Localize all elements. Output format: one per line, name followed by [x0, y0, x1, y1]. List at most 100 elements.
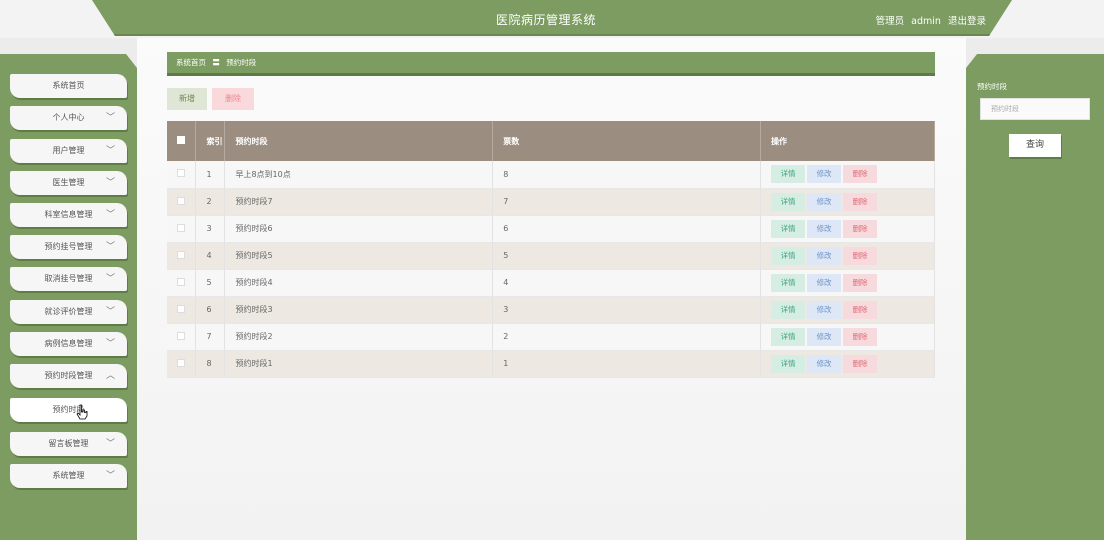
sidebar-item[interactable]: 预约时段: [10, 398, 127, 422]
row-time-slot: 预约时段7: [224, 188, 494, 216]
sidebar-item[interactable]: 科室信息管理 ﹀: [10, 203, 127, 227]
sidebar-item[interactable]: 就诊评价管理 ﹀: [10, 300, 127, 324]
sidebar-item[interactable]: 系统首页: [10, 74, 127, 98]
detail-button[interactable]: 详情: [771, 327, 806, 346]
search-button[interactable]: 查询: [1009, 134, 1061, 157]
table-row: 8 预约时段1 1 详情 修改 删除: [167, 350, 935, 378]
chevron-down-icon: ﹀: [105, 146, 115, 156]
row-checkbox[interactable]: [177, 169, 185, 178]
sidebar-item-label: 就诊评价管理: [44, 307, 93, 316]
sidebar-item-label: 取消挂号管理: [44, 274, 93, 283]
edit-button[interactable]: 修改: [807, 354, 842, 373]
row-actions: 详情 修改 删除: [760, 242, 935, 270]
edit-button[interactable]: 修改: [807, 273, 842, 292]
sidebar-item-label: 预约挂号管理: [44, 242, 93, 251]
row-actions: 详情 修改 删除: [760, 161, 935, 189]
chevron-down-icon: ﹀: [105, 210, 115, 220]
table-row: 4 预约时段5 5 详情 修改 删除: [167, 242, 935, 270]
row-index: 3: [195, 215, 226, 243]
remove-button[interactable]: 删除: [843, 192, 878, 211]
remove-button[interactable]: 删除: [843, 300, 878, 319]
search-input[interactable]: 预约时段: [980, 98, 1090, 120]
table-row: 2 预约时段7 7 详情 修改 删除: [167, 188, 935, 216]
row-checkbox[interactable]: [177, 331, 185, 340]
row-checkbox[interactable]: [177, 304, 185, 313]
table-row: 1 早上8点到10点 8 详情 修改 删除: [167, 161, 935, 189]
sidebar-item[interactable]: 用户管理 ﹀: [10, 139, 127, 163]
chevron-down-icon: ﹀: [105, 274, 115, 284]
user-name: admin: [911, 16, 941, 27]
detail-button[interactable]: 详情: [771, 354, 806, 373]
row-actions: 详情 修改 删除: [760, 269, 935, 297]
remove-button[interactable]: 删除: [843, 246, 878, 265]
detail-button[interactable]: 详情: [771, 273, 806, 292]
table-body: 1 早上8点到10点 8 详情 修改 删除 2 预约时段7 7 详情 修改 删除 3 预约时段6 6 详情 修改…: [167, 161, 935, 378]
edit-button[interactable]: 修改: [807, 165, 842, 184]
delete-button[interactable]: 删除: [212, 88, 254, 110]
chevron-up-icon: ︿: [105, 371, 115, 381]
sidebar-item-label: 系统首页: [52, 81, 85, 90]
row-check-cell: [167, 350, 197, 378]
edit-button[interactable]: 修改: [807, 246, 842, 265]
row-time-slot: 预约时段1: [224, 350, 494, 378]
row-checkbox[interactable]: [177, 250, 185, 259]
chevron-down-icon: ﹀: [105, 178, 115, 188]
sidebar-item[interactable]: 取消挂号管理 ﹀: [10, 267, 127, 291]
edit-button[interactable]: 修改: [807, 192, 842, 211]
edit-button[interactable]: 修改: [807, 219, 842, 238]
detail-button[interactable]: 详情: [771, 246, 806, 265]
row-index: 4: [195, 242, 226, 270]
sidebar-item[interactable]: 预约时段管理 ︿: [10, 364, 127, 388]
sidebar-item[interactable]: 个人中心 ﹀: [10, 106, 127, 130]
row-checkbox[interactable]: [177, 277, 185, 286]
sidebar-item-label: 科室信息管理: [44, 210, 93, 219]
row-check-cell: [167, 161, 197, 189]
add-button[interactable]: 新增: [167, 88, 207, 110]
table-row: 5 预约时段4 4 详情 修改 删除: [167, 269, 935, 297]
row-checkbox[interactable]: [177, 358, 185, 367]
header-ticket-count[interactable]: 票数: [492, 121, 762, 161]
edit-button[interactable]: 修改: [807, 327, 842, 346]
sidebar-item[interactable]: 留言板管理 ﹀: [10, 432, 127, 456]
row-index: 2: [195, 188, 226, 216]
detail-button[interactable]: 详情: [771, 300, 806, 319]
row-ticket-count: 6: [492, 215, 762, 243]
header-time-slot[interactable]: 预约时段: [224, 121, 494, 161]
row-actions: 详情 修改 删除: [760, 188, 935, 216]
data-table: 索引 预约时段 票数 操作 1 早上8点到10点 8 详情 修改 删除 2 预约时段7 7 详情修…: [167, 121, 935, 378]
row-check-cell: [167, 296, 197, 324]
user-role: 管理员: [875, 16, 905, 27]
remove-button[interactable]: 删除: [843, 273, 878, 292]
sidebar-item-label: 个人中心: [52, 113, 85, 122]
table-row: 6 预约时段3 3 详情 修改 删除: [167, 296, 935, 324]
detail-button[interactable]: 详情: [771, 219, 806, 238]
table-row: 3 预约时段6 6 详情 修改 删除: [167, 215, 935, 243]
remove-button[interactable]: 删除: [843, 354, 878, 373]
remove-button[interactable]: 删除: [843, 165, 878, 184]
row-ticket-count: 3: [492, 296, 762, 324]
logout-link[interactable]: 退出登录: [948, 16, 986, 27]
row-ticket-count: 7: [492, 188, 762, 216]
sidebar-item[interactable]: 病例信息管理 ﹀: [10, 332, 127, 356]
sidebar-item[interactable]: 预约挂号管理 ﹀: [10, 235, 127, 259]
row-check-cell: [167, 188, 197, 216]
row-index: 7: [195, 323, 226, 351]
row-index: 1: [195, 161, 226, 189]
breadcrumb-home[interactable]: 系统首页: [176, 58, 206, 67]
breadcrumb-separator: 〓: [212, 58, 220, 67]
row-checkbox[interactable]: [177, 196, 185, 205]
sidebar-item[interactable]: 医生管理 ﹀: [10, 171, 127, 195]
remove-button[interactable]: 删除: [843, 327, 878, 346]
sidebar-item[interactable]: 系统管理 ﹀: [10, 464, 127, 488]
row-checkbox[interactable]: [177, 223, 185, 232]
select-all-checkbox[interactable]: [177, 136, 185, 144]
sidebar-item-label: 留言板管理: [48, 439, 89, 448]
remove-button[interactable]: 删除: [843, 219, 878, 238]
sidebar-item-label: 用户管理: [52, 146, 85, 155]
detail-button[interactable]: 详情: [771, 192, 806, 211]
table-row: 7 预约时段2 2 详情 修改 删除: [167, 323, 935, 351]
user-area: 管理员 admin 退出登录: [872, 13, 986, 27]
search-panel: [966, 54, 1104, 540]
detail-button[interactable]: 详情: [771, 165, 806, 184]
edit-button[interactable]: 修改: [807, 300, 842, 319]
